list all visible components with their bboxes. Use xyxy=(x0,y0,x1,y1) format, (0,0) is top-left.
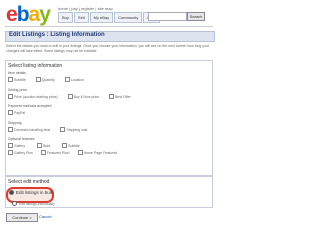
option-featured-plus[interactable]: Featured Plus! xyxy=(40,150,70,155)
selling-price-label: Selling price xyxy=(8,88,28,92)
checkbox[interactable] xyxy=(60,127,66,132)
option-price[interactable]: Price (auction starting price) xyxy=(8,94,58,99)
option-bold[interactable]: Bold xyxy=(37,143,50,148)
option-label: PayPal xyxy=(14,110,26,115)
intro-text: Select the details you want to edit in y… xyxy=(6,44,210,53)
nav-tabs: Buy Sell My eBay Community Help xyxy=(58,12,160,23)
checkbox[interactable] xyxy=(109,94,115,99)
checkbox[interactable] xyxy=(62,143,68,148)
header-divider xyxy=(5,26,213,27)
logo-letter: b xyxy=(16,3,30,26)
item-details-label: Item details xyxy=(8,71,26,75)
edit-individually-label: Edit listings individually xyxy=(19,201,55,206)
option-label: Domestic handling time xyxy=(14,127,51,132)
optional-features-row-2: Gallery Plus Featured Plus! Home Page Fe… xyxy=(8,150,117,155)
logo-letter: a xyxy=(28,3,41,26)
option-gallery[interactable]: Gallery xyxy=(8,143,25,148)
page-title: Edit Listings : Listing Information xyxy=(9,32,105,38)
logo-letter: e xyxy=(6,3,18,26)
radio-button[interactable] xyxy=(12,201,17,206)
edit-individually-option[interactable]: Edit listings individually xyxy=(12,201,55,206)
option-handling-time[interactable]: Domestic handling time xyxy=(8,127,50,132)
option-subtitle[interactable]: Subtitle xyxy=(8,77,26,82)
option-label: Shipping cost xyxy=(66,127,88,132)
checkbox[interactable] xyxy=(8,143,13,148)
logo-letter: y xyxy=(39,3,51,26)
shipping-label: Shipping xyxy=(8,121,22,125)
search-input[interactable] xyxy=(148,12,187,21)
continue-button[interactable]: Continue > xyxy=(6,213,38,222)
ebay-logo[interactable]: ebay xyxy=(6,3,51,26)
option-paypal[interactable]: PayPal xyxy=(8,110,25,115)
edit-in-bulk-label: Edit listings in bulk xyxy=(16,190,54,195)
option-label: Best Offer xyxy=(115,94,131,99)
option-label: Quantity xyxy=(41,77,55,82)
radio-button[interactable] xyxy=(9,190,14,195)
option-label: Home Page Featured xyxy=(83,150,118,155)
option-label: Price (auction starting price) xyxy=(14,94,58,99)
checkbox[interactable] xyxy=(8,150,13,155)
tab-buy[interactable]: Buy xyxy=(58,12,73,23)
option-label: Subtitle xyxy=(68,143,80,148)
checkbox[interactable] xyxy=(64,77,70,82)
option-label: Featured Plus! xyxy=(46,150,70,155)
checkbox[interactable] xyxy=(8,94,13,99)
tab-sell[interactable]: Sell xyxy=(73,12,89,23)
option-label: Buy It Now price xyxy=(73,94,100,99)
item-details-options: Subtitle Quantity Location xyxy=(8,77,84,82)
option-label: Location xyxy=(70,77,84,82)
payment-label: Payment methods accepted xyxy=(8,104,52,108)
option-buy-it-now[interactable]: Buy It Now price xyxy=(67,94,100,99)
option-home-page-featured[interactable]: Home Page Featured xyxy=(77,150,118,155)
optional-features-row-1: Gallery Bold Subtitle xyxy=(8,143,80,148)
shipping-options: Domestic handling time Shipping cost xyxy=(8,127,87,132)
option-label: Subtitle xyxy=(14,77,26,82)
option-label: Gallery Plus xyxy=(14,150,33,155)
checkbox[interactable] xyxy=(77,150,83,155)
option-shipping-cost[interactable]: Shipping cost xyxy=(60,127,87,132)
edit-method-title: Select edit method xyxy=(8,179,50,185)
option-location[interactable]: Location xyxy=(64,77,84,82)
tab-my-ebay[interactable]: My eBay xyxy=(89,12,114,23)
search-button[interactable]: Search xyxy=(187,12,205,21)
payment-options: PayPal xyxy=(8,110,25,115)
option-subtitle-feature[interactable]: Subtitle xyxy=(62,143,80,148)
checkbox[interactable] xyxy=(40,150,46,155)
listing-info-title: Select listing information xyxy=(8,63,63,69)
checkbox[interactable] xyxy=(8,77,13,82)
edit-in-bulk-option[interactable]: Edit listings in bulk xyxy=(9,190,53,195)
checkbox[interactable] xyxy=(35,77,41,82)
selling-price-options: Price (auction starting price) Buy It No… xyxy=(8,94,131,99)
checkbox[interactable] xyxy=(37,143,43,148)
checkbox[interactable] xyxy=(67,94,73,99)
option-best-offer[interactable]: Best Offer xyxy=(109,94,131,99)
option-gallery-plus[interactable]: Gallery Plus xyxy=(8,150,33,155)
top-links[interactable]: home | pay | register | site map xyxy=(58,6,113,11)
option-label: Bold xyxy=(43,143,51,148)
checkbox[interactable] xyxy=(8,110,13,115)
option-quantity[interactable]: Quantity xyxy=(35,77,55,82)
tab-community[interactable]: Community xyxy=(114,12,143,23)
option-label: Gallery xyxy=(14,143,26,148)
cancel-link[interactable]: Cancel xyxy=(39,214,51,219)
checkbox[interactable] xyxy=(8,127,13,132)
optional-features-label: Optional features xyxy=(8,137,35,141)
